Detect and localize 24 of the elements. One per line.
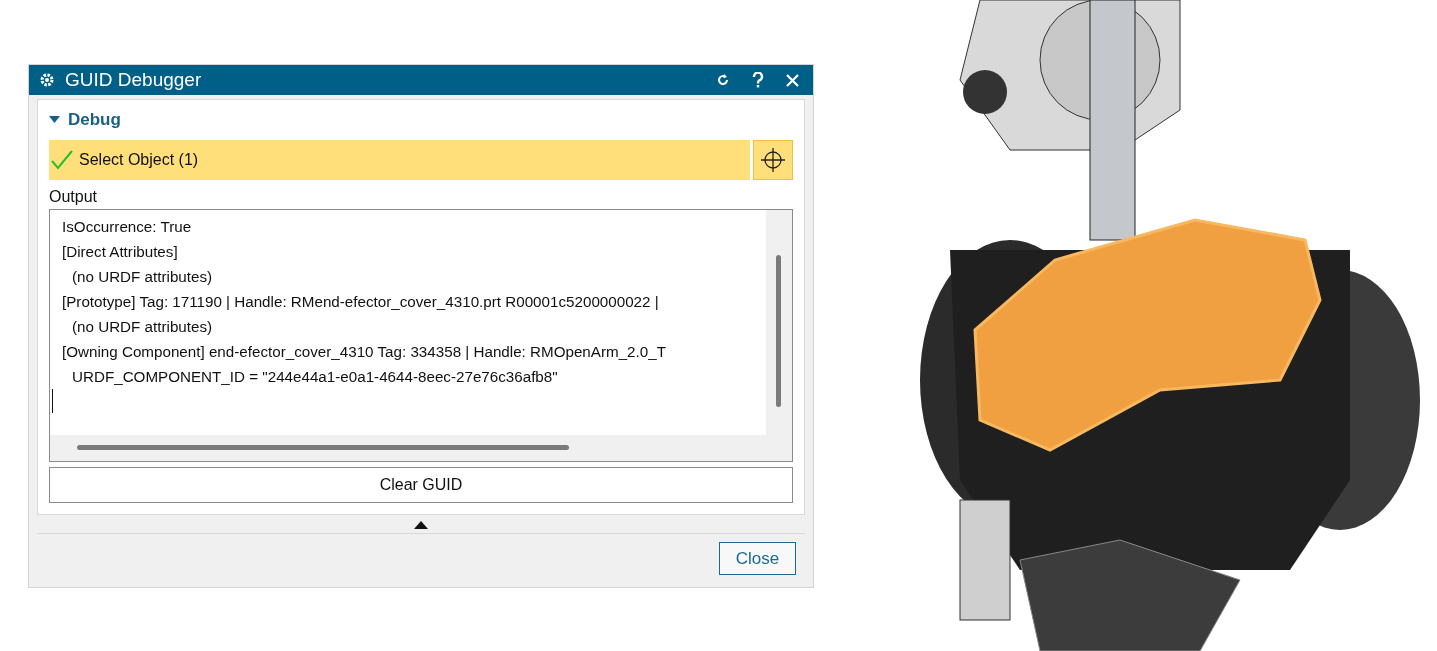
- horizontal-scrollbar-thumb[interactable]: [77, 445, 569, 450]
- clear-guid-button[interactable]: Clear GUID: [49, 467, 793, 503]
- output-line: (no URDF attributes): [71, 267, 214, 287]
- check-icon: [51, 150, 73, 170]
- text-cursor: [52, 389, 53, 413]
- gear-icon: [39, 72, 55, 88]
- output-line: [Direct Attributes]: [62, 242, 179, 262]
- output-line: [Prototype] Tag: 171190 | Handle: RMend-efector_cover_4310.prt R00001c5200000022 |: [62, 292, 660, 312]
- crosshair-button[interactable]: [753, 140, 793, 180]
- output-line: (no URDF attributes): [71, 317, 214, 337]
- output-text-area[interactable]: [49, 209, 793, 462]
- vertical-scrollbar-thumb[interactable]: [776, 255, 781, 407]
- output-label: Output: [49, 188, 99, 206]
- select-object-field[interactable]: Select Object (1): [49, 140, 750, 180]
- section-header[interactable]: Debug: [49, 104, 121, 136]
- output-line: IsOccurrence: True: [62, 217, 193, 237]
- triangle-icon: [49, 116, 60, 124]
- crosshair-icon: [760, 147, 786, 173]
- collapse-triangle-icon[interactable]: [414, 521, 428, 529]
- window-title: GUID Debugger: [65, 69, 203, 91]
- refresh-icon: [716, 73, 730, 87]
- output-line: [Owning Component] end-efector_cover_4310 Tag: 334358 | Handle: RMOpenArm_2.0_T: [62, 342, 667, 362]
- output-line: URDF_COMPONENT_ID = "244e44a1-e0a1-4644-8eec-27e76c36afb8": [71, 367, 559, 387]
- close-dialog-button[interactable]: Close: [719, 542, 796, 575]
